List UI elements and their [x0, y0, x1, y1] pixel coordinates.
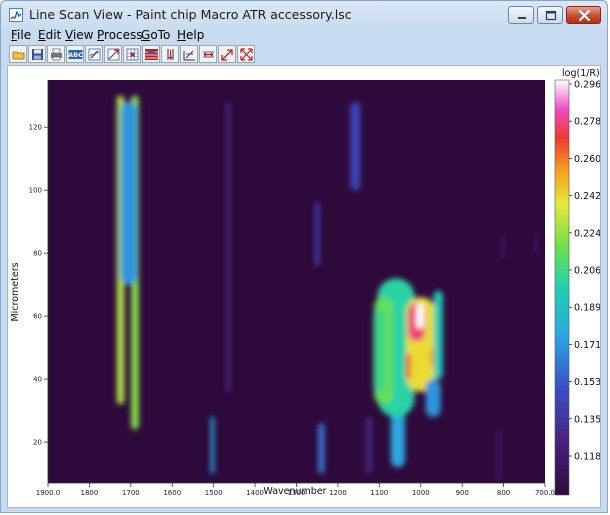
- horizontal-cursor-button[interactable]: [180, 45, 198, 63]
- colorbar-tick-label: 0.278: [574, 117, 600, 128]
- heatmap-feature-22: [534, 234, 538, 254]
- heatmap-feature-21: [502, 234, 505, 260]
- x-axis-title: Wavenumber: [263, 486, 326, 497]
- y-tick-label: 120: [29, 124, 42, 132]
- maximize-button[interactable]: [537, 6, 563, 24]
- x-tick-label: 800: [497, 489, 510, 497]
- grid-icon: [126, 48, 139, 61]
- heatmap-feature-8: [366, 416, 372, 474]
- edit-spectrum-button[interactable]: [85, 45, 103, 63]
- heatmap-feature-15: [405, 353, 411, 380]
- x-tick-label: 1400: [246, 489, 264, 497]
- full-scale-button[interactable]: [237, 45, 255, 63]
- colorbar-title: log(1/R): [562, 68, 600, 79]
- line-scan-heatmap-chart[interactable]: 1900.0 1800 1700 1600 1500 1400 1300 1200 1100 10…: [8, 66, 600, 507]
- save-button[interactable]: [28, 45, 46, 63]
- heatmap-feature-3: [226, 102, 230, 392]
- close-icon: [578, 9, 591, 22]
- y-axis: 20 40 60 80 100 120: [29, 80, 49, 483]
- image-map-icon: [145, 49, 158, 60]
- heatmap-feature-17: [433, 290, 443, 380]
- y-axis-title: Micrometers: [10, 262, 21, 321]
- colorbar-tick-label: 0.296: [574, 80, 600, 91]
- heatmap-feature-5: [318, 423, 325, 474]
- minimize-icon: [518, 17, 526, 19]
- menu-view[interactable]: View: [65, 28, 93, 42]
- horizontal-expand-button[interactable]: [218, 45, 236, 63]
- zoom-window-icon: [107, 48, 120, 61]
- colorbar-ticks: 0.296 0.278 0.260 0.242 0.224 0.206 0.189 0.171…: [569, 80, 600, 463]
- print-button[interactable]: [47, 45, 65, 63]
- minimize-button[interactable]: [508, 6, 534, 24]
- axis-scale-button[interactable]: [199, 45, 217, 63]
- colorbar-tick-label: 0.118: [574, 452, 600, 463]
- heatmap-feature-14: [416, 303, 424, 329]
- y-tick-label: 40: [33, 376, 42, 384]
- colorbar-tick-label: 0.189: [574, 303, 600, 314]
- axis-scale-icon: [203, 51, 214, 58]
- colorbar-tick-label: 0.171: [574, 340, 600, 351]
- grid-button[interactable]: [123, 45, 141, 63]
- colorbar-tick-label: 0.135: [574, 414, 600, 425]
- save-disk-icon: [32, 49, 43, 60]
- app-spectrum-icon: [9, 8, 23, 22]
- y-tick-label: 20: [33, 439, 42, 447]
- x-tick-label: 1800: [81, 489, 99, 497]
- menu-goto[interactable]: GoTo: [141, 28, 170, 42]
- colorbar-tick-label: 0.242: [574, 191, 600, 202]
- menu-help[interactable]: Help: [177, 28, 204, 42]
- svg-text:ABC: ABC: [68, 51, 83, 59]
- heatmap-feature-7: [350, 102, 361, 191]
- menu-file[interactable]: File: [11, 28, 31, 42]
- y-tick-label: 80: [33, 250, 42, 258]
- colorbar-tick-label: 0.153: [574, 377, 600, 388]
- x-tick-label: 1600: [163, 489, 181, 497]
- vertical-cursor-icon: [167, 49, 174, 60]
- heatmap-feature-4: [210, 416, 215, 474]
- open-button[interactable]: [9, 45, 27, 63]
- abc-label-icon: ABC: [68, 50, 83, 59]
- x-tick-label: 900: [455, 489, 468, 497]
- zoom-window-button[interactable]: [104, 45, 122, 63]
- maximize-icon: [545, 10, 557, 21]
- menu-process[interactable]: Process: [97, 28, 143, 42]
- colorbar-tick-label: 0.260: [574, 154, 600, 165]
- title-bar[interactable]: Line Scan View - Paint chip Macro ATR ac…: [1, 1, 607, 29]
- x-tick-label: 1200: [329, 489, 347, 497]
- full-scale-icon: [240, 48, 253, 61]
- horizontal-expand-icon: [221, 49, 233, 61]
- heatmap-feature-20: [497, 429, 500, 480]
- x-tick-label: 700.0: [535, 489, 555, 497]
- heatmap-feature-19: [425, 379, 441, 417]
- vertical-cursor-button[interactable]: [161, 45, 179, 63]
- close-button[interactable]: [566, 6, 601, 24]
- x-tick-label: 1000: [412, 489, 430, 497]
- label-button[interactable]: ABC: [66, 45, 84, 63]
- x-tick-label: 1900.0: [36, 489, 61, 497]
- print-icon: [51, 48, 62, 61]
- x-tick-label: 1700: [122, 489, 140, 497]
- menu-bar: File Edit View Process GoTo Help: [7, 28, 601, 44]
- menu-edit[interactable]: Edit: [38, 28, 61, 42]
- colorbar-tick-label: 0.224: [574, 228, 600, 239]
- window-title: Line Scan View - Paint chip Macro ATR ac…: [29, 7, 352, 22]
- colorbar-tick-label: 0.206: [574, 266, 600, 277]
- chart-panel: 1900.0 1800 1700 1600 1500 1400 1300 1200 1100 10…: [7, 65, 601, 508]
- image-map-button[interactable]: [142, 45, 160, 63]
- toolbar: ABC: [7, 44, 601, 65]
- line-scan-view-window: Line Scan View - Paint chip Macro ATR ac…: [0, 0, 608, 513]
- open-folder-icon: [12, 51, 25, 60]
- y-tick-label: 100: [29, 187, 42, 195]
- x-tick-label: 1500: [205, 489, 223, 497]
- colorbar: [554, 79, 570, 496]
- heatmap-feature-6: [315, 202, 320, 266]
- heatmap-feature-18: [373, 309, 386, 392]
- heatmap-feature-2: [120, 102, 138, 285]
- horizontal-cursor-icon: [183, 50, 195, 61]
- edit-spectrum-icon: [88, 48, 101, 61]
- x-tick-label: 1100: [370, 489, 388, 497]
- y-tick-label: 60: [33, 313, 42, 321]
